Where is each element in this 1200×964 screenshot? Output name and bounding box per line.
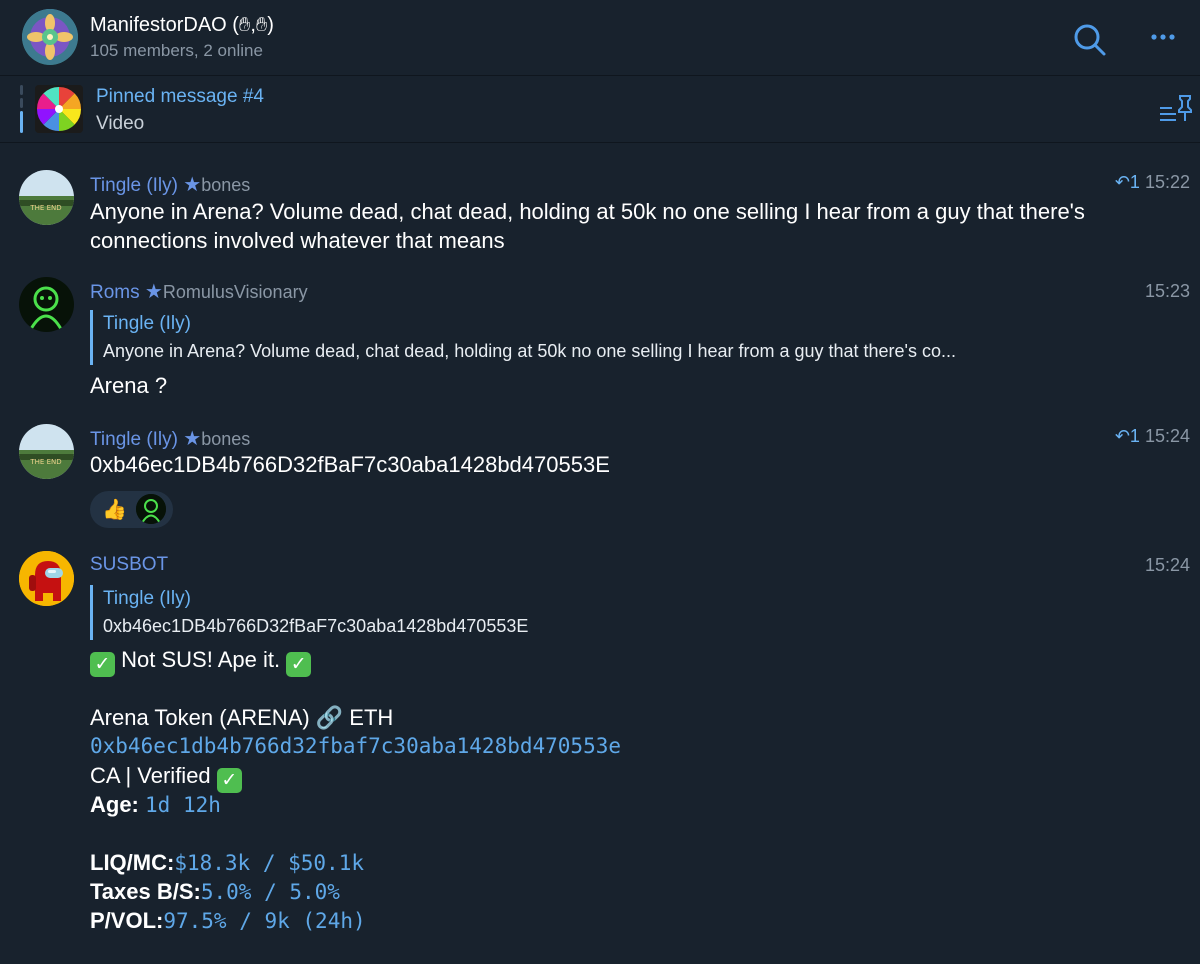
avatar[interactable] bbox=[19, 551, 74, 606]
thumbs-up-icon[interactable]: 👍 bbox=[102, 497, 127, 522]
message-time: ↶1 15:24 bbox=[1115, 426, 1190, 447]
pvol-line: P/VOL:97.5% / 9k (24h) bbox=[90, 906, 366, 936]
taxes-value: 5.0% / 5.0% bbox=[200, 880, 340, 904]
taxes-label: Taxes B/S: bbox=[90, 879, 201, 904]
pinned-subtitle: Video bbox=[96, 113, 145, 134]
sender-name[interactable]: Roms bbox=[90, 282, 140, 303]
reply-arrow-icon[interactable]: ↶ bbox=[1115, 172, 1130, 192]
svg-text:THE END: THE END bbox=[29, 204, 61, 212]
check-icon: ✓ bbox=[286, 652, 312, 677]
ca-verified-text: CA | Verified bbox=[90, 763, 211, 788]
sender-name[interactable]: Tingle (Ily) bbox=[90, 175, 178, 196]
reply-text: Anyone in Arena? Volume dead, chat dead,… bbox=[103, 341, 957, 361]
check-icon: ✓ bbox=[90, 652, 115, 677]
sender[interactable]: SUSBOT bbox=[90, 554, 168, 576]
time-label: 15:24 bbox=[1144, 555, 1190, 575]
group-avatar-art bbox=[22, 9, 78, 65]
sender-name[interactable]: Tingle (Ily) bbox=[90, 429, 178, 450]
age-value: 1d 12h bbox=[145, 793, 221, 817]
verdict-text: Not SUS! Ape it. bbox=[121, 647, 281, 672]
pinned-list-icon[interactable] bbox=[1158, 94, 1198, 134]
time-label: 15:24 bbox=[1144, 426, 1190, 446]
reply-count[interactable]: 1 bbox=[1130, 426, 1140, 446]
reply-count[interactable]: 1 bbox=[1130, 172, 1140, 192]
chat-header: ManifestorDAO (✋︎,✋︎) 105 members, 2 onl… bbox=[0, 0, 1200, 76]
avatar[interactable] bbox=[19, 277, 74, 332]
star-icon: ★ bbox=[144, 281, 163, 303]
token-line: Arena Token (ARENA) 🔗 ETH bbox=[90, 705, 394, 730]
reactions-bar[interactable]: 👍 bbox=[90, 491, 173, 528]
reply-quote[interactable]: Tingle (Ily) Anyone in Arena? Volume dea… bbox=[90, 310, 1113, 365]
more-options-icon[interactable] bbox=[1145, 20, 1185, 60]
search-icon[interactable] bbox=[1070, 20, 1110, 60]
ca-verified-line: CA | Verified ✓ bbox=[90, 761, 242, 793]
star-icon: ★ bbox=[183, 174, 202, 196]
sender[interactable]: Roms ★RomulusVisionary bbox=[90, 279, 308, 304]
time-label: 15:22 bbox=[1144, 172, 1190, 192]
pinned-video-thumbnail[interactable] bbox=[35, 85, 83, 133]
message-time: ↶1 15:22 bbox=[1115, 172, 1190, 193]
message-text: 0xb46ec1DB4b766D32fBaF7c30aba1428bd47055… bbox=[90, 452, 610, 477]
message-text: Arena ? bbox=[90, 373, 168, 398]
member-count: 105 members, 2 online bbox=[90, 41, 263, 60]
group-title[interactable]: ManifestorDAO (✋︎,✋︎) bbox=[90, 14, 274, 37]
pinned-title: Pinned message #4 bbox=[96, 86, 264, 107]
message-text: Anyone in Arena? Volume dead, chat dead,… bbox=[90, 199, 1085, 253]
age-line: Age: 1d 12h bbox=[90, 790, 221, 820]
pinned-index-indicator bbox=[20, 85, 23, 133]
reply-text: 0xb46ec1DB4b766D32fBaF7c30aba1428bd47055… bbox=[103, 616, 529, 636]
sender-tag: bones bbox=[201, 175, 251, 195]
liq-line: LIQ/MC:$18.3k / $50.1k bbox=[90, 848, 364, 878]
reactor-avatar bbox=[136, 494, 166, 524]
group-avatar[interactable] bbox=[22, 9, 78, 65]
pvol-value: 97.5% / 9k (24h) bbox=[163, 909, 366, 933]
taxes-line: Taxes B/S:5.0% / 5.0% bbox=[90, 877, 340, 907]
svg-text:THE END: THE END bbox=[29, 458, 61, 466]
sender[interactable]: Tingle (Ily) ★bones bbox=[90, 426, 250, 451]
sender[interactable]: Tingle (Ily) ★bones bbox=[90, 172, 250, 197]
avatar[interactable]: THE END bbox=[19, 424, 74, 479]
contract-address-link[interactable]: 0xb46ec1db4b766d32fbaf7c30aba1428bd47055… bbox=[90, 732, 621, 761]
pinned-message-bar[interactable]: Pinned message #4 Video bbox=[0, 76, 1200, 143]
liq-value: $18.3k / $50.1k bbox=[174, 851, 364, 875]
pvol-label: P/VOL: bbox=[90, 908, 164, 933]
reply-quote[interactable]: Tingle (Ily) 0xb46ec1DB4b766D32fBaF7c30a… bbox=[90, 585, 1113, 640]
sender-name[interactable]: SUSBOT bbox=[90, 554, 168, 575]
sender-tag: RomulusVisionary bbox=[162, 282, 308, 302]
reply-author: Tingle (Ily) bbox=[103, 313, 191, 334]
avatar[interactable]: THE END bbox=[19, 170, 74, 225]
reply-author: Tingle (Ily) bbox=[103, 588, 191, 609]
age-label: Age: bbox=[90, 792, 139, 817]
star-icon: ★ bbox=[183, 428, 202, 450]
time-label: 15:23 bbox=[1144, 281, 1190, 301]
liq-label: LIQ/MC: bbox=[90, 850, 175, 875]
sender-tag: bones bbox=[201, 429, 251, 449]
verdict-line: ✓ Not SUS! Ape it. ✓ bbox=[90, 645, 312, 677]
reply-arrow-icon[interactable]: ↶ bbox=[1115, 426, 1130, 446]
